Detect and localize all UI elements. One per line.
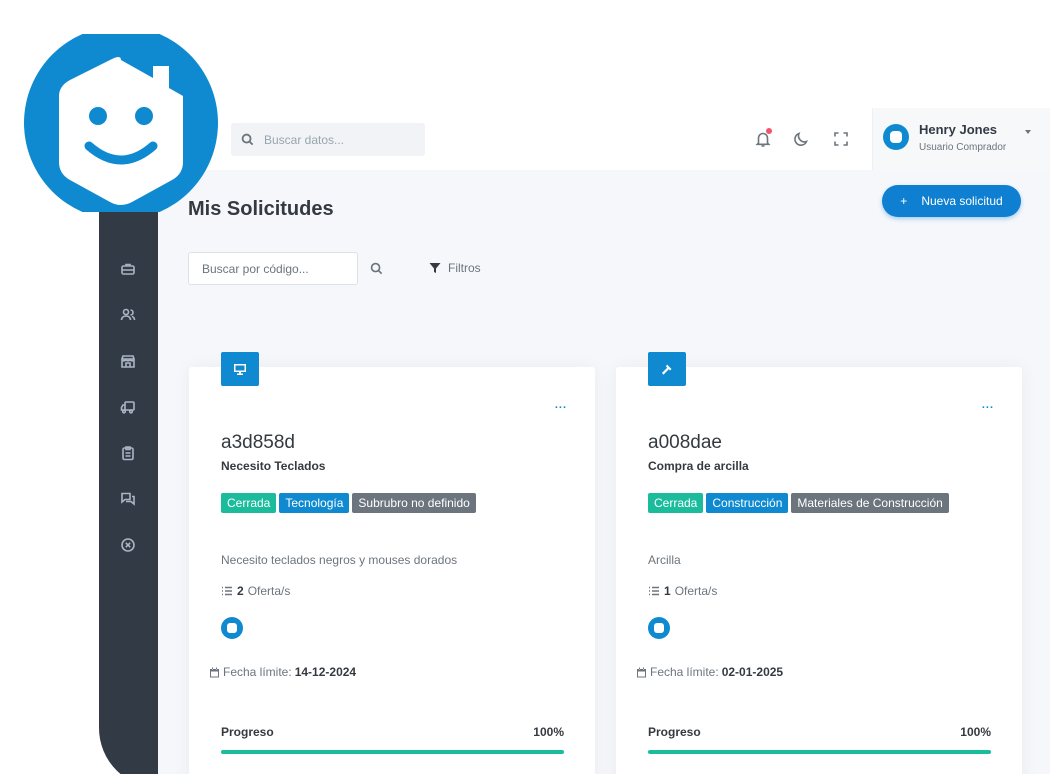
search-icon <box>370 262 383 275</box>
deadline-label: Fecha límite: <box>223 665 292 679</box>
offers-label: Oferta/s <box>247 584 291 598</box>
chat-icon <box>121 492 135 506</box>
user-name: Henry Jones <box>919 122 998 137</box>
fullscreen-button[interactable] <box>832 130 850 148</box>
offers-count[interactable]: 2 Oferta/s <box>221 584 290 598</box>
chevron-down-icon <box>1025 130 1031 134</box>
topbar: Henry Jones Usuario Comprador <box>158 108 1050 170</box>
request-card[interactable]: ... a3d858d Necesito Teclados Cerrada Te… <box>189 352 595 774</box>
subcategory-tag: Subrubro no definido <box>352 493 476 513</box>
users-icon <box>120 308 136 321</box>
logo-eye-left <box>89 107 107 125</box>
store-icon <box>121 355 135 368</box>
deadline: Fecha límite: 14-12-2024 <box>209 665 356 679</box>
request-description: Arcilla <box>648 553 681 567</box>
global-search-input[interactable] <box>264 132 414 147</box>
moon-icon <box>794 132 808 146</box>
progress-label: Progreso <box>221 725 274 739</box>
notification-dot <box>766 128 772 134</box>
sidebar-item-users[interactable] <box>117 304 139 326</box>
deadline: Fecha límite: 02-01-2025 <box>636 665 783 679</box>
progress-value: 100% <box>960 725 991 739</box>
offers-label: Oferta/s <box>674 584 718 598</box>
clipboard-icon <box>122 446 134 461</box>
new-request-label: Nueva solicitud <box>921 194 1003 208</box>
new-request-button[interactable]: + Nueva solicitud <box>882 185 1021 217</box>
user-menu[interactable]: Henry Jones Usuario Comprador <box>872 108 1050 170</box>
close-circle-icon <box>121 538 135 552</box>
list-icon <box>222 586 232 596</box>
offer-avatar[interactable] <box>648 617 670 639</box>
brand-logo <box>24 34 218 212</box>
plus-icon: + <box>900 194 908 208</box>
filters-label: Filtros <box>448 261 481 275</box>
offers-number: 2 <box>237 584 244 598</box>
status-badge: Cerrada <box>648 493 704 513</box>
calendar-icon <box>637 667 646 677</box>
card-options-button[interactable]: ... <box>982 399 994 411</box>
code-search-field[interactable] <box>188 252 358 285</box>
category-badge <box>221 352 259 386</box>
deadline-date: 14-12-2024 <box>294 665 357 679</box>
status-badge: Cerrada <box>221 493 277 513</box>
deadline-label: Fecha límite: <box>650 665 719 679</box>
progress-fill <box>221 750 564 754</box>
briefcase-icon <box>121 263 135 275</box>
screen: Henry Jones Usuario Comprador Mis Solici… <box>0 0 1050 774</box>
search-icon <box>241 133 254 146</box>
offers-number: 1 <box>664 584 671 598</box>
progress-bar <box>221 750 564 754</box>
code-search-input[interactable] <box>202 261 352 276</box>
calendar-icon <box>210 667 219 677</box>
logo-house <box>59 57 183 205</box>
progress-fill <box>648 750 991 754</box>
sidebar-item-briefcase[interactable] <box>117 258 139 280</box>
category-badge <box>648 352 686 386</box>
request-code: a008dae <box>648 432 722 453</box>
offers-count[interactable]: 1 Oferta/s <box>648 584 717 598</box>
sidebar-item-chat[interactable] <box>117 488 139 510</box>
request-description: Necesito teclados negros y mouses dorado… <box>221 553 458 567</box>
avatar <box>883 124 909 150</box>
filter-icon <box>429 263 441 273</box>
fullscreen-icon <box>834 132 848 146</box>
category-tag: Tecnología <box>279 493 350 513</box>
monitor-icon <box>234 364 246 375</box>
sidebar-item-clipboard[interactable] <box>117 442 139 464</box>
card-options-button[interactable]: ... <box>555 399 567 411</box>
app-window: Henry Jones Usuario Comprador Mis Solici… <box>99 108 1050 774</box>
sidebar-item-truck[interactable] <box>117 396 139 418</box>
deadline-date: 02-01-2025 <box>721 665 784 679</box>
truck-icon <box>120 401 135 414</box>
offer-avatar[interactable] <box>221 617 243 639</box>
tag-list: Cerrada Tecnología Subrubro no definido <box>221 493 476 513</box>
theme-toggle-button[interactable] <box>792 130 810 148</box>
sidebar-item-store[interactable] <box>117 350 139 372</box>
request-title: Necesito Teclados <box>221 459 326 473</box>
category-tag: Construcción <box>706 493 789 513</box>
notifications-button[interactable] <box>754 128 772 148</box>
request-title: Compra de arcilla <box>648 459 749 473</box>
progress-value: 100% <box>533 725 564 739</box>
hammer-icon <box>661 364 672 375</box>
user-role: Usuario Comprador <box>919 142 1007 153</box>
filters-button[interactable]: Filtros <box>429 261 481 275</box>
subcategory-tag: Materiales de Construcción <box>791 493 949 513</box>
sidebar-item-close[interactable] <box>117 534 139 556</box>
list-icon <box>649 586 659 596</box>
request-card[interactable]: ... a008dae Compra de arcilla Cerrada Co… <box>616 352 1022 774</box>
request-code: a3d858d <box>221 432 295 453</box>
logo-eye-right <box>135 107 153 125</box>
code-search-button[interactable] <box>370 262 384 276</box>
tag-list: Cerrada Construcción Materiales de Const… <box>648 493 949 513</box>
global-search[interactable] <box>231 123 425 156</box>
progress-bar <box>648 750 991 754</box>
progress-label: Progreso <box>648 725 701 739</box>
